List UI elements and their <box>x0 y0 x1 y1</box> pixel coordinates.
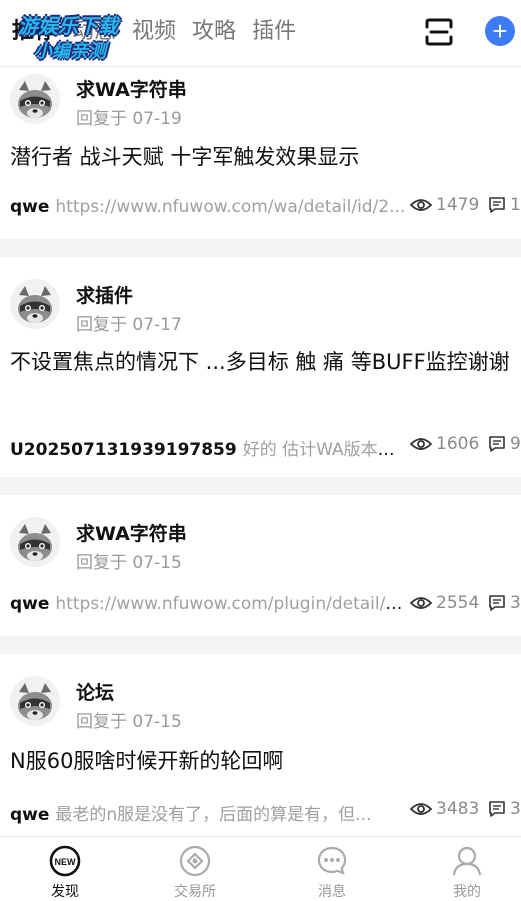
eye-icon <box>410 597 432 609</box>
comment-icon <box>489 197 505 213</box>
nav-label: 发现 <box>51 884 79 900</box>
reply-author: U202507131939197859 <box>10 440 237 460</box>
reply-preview: 好的 估计WA版本不... <box>242 440 408 460</box>
exchange-icon <box>179 845 211 877</box>
separator <box>0 636 521 654</box>
avatar[interactable] <box>10 517 60 567</box>
comment-count-value: 9 <box>510 434 521 454</box>
tab-video[interactable]: 视频 <box>132 14 176 50</box>
post-reply-time: 回复于 07-17 <box>76 315 182 335</box>
post-username[interactable]: 求WA字符串 <box>76 519 187 546</box>
profile-icon <box>452 846 482 876</box>
comment-count-value: 3 <box>510 799 521 819</box>
reply-preview: https://www.nfuwow.com/plugin/detail/a..… <box>55 594 408 614</box>
message-icon <box>317 846 347 875</box>
top-bar: 推荐 动态 视频 攻略 插件 游娱乐下载 小编亲测 + <box>0 0 521 67</box>
reply-author: qwe <box>10 197 50 217</box>
view-count-value: 3483 <box>436 799 480 819</box>
post-card[interactable]: 求插件 回复于 07-17 不设置焦点的情况下 ...多目标 触 痛 等BUFF… <box>0 257 521 477</box>
nav-messages[interactable]: 消息 <box>267 837 397 900</box>
comment-count: 3 <box>488 799 521 819</box>
post-reply-time: 回复于 07-15 <box>76 553 182 573</box>
eye-icon <box>410 803 432 815</box>
view-count: 1606 <box>410 434 479 454</box>
post-meta: U202507131939197859 好的 估计WA版本不... <box>10 435 408 460</box>
comment-count-value: 3 <box>510 593 521 613</box>
comment-count: 1 <box>488 195 521 215</box>
nav-label: 消息 <box>318 884 346 900</box>
post-card[interactable]: 论坛 回复于 07-15 N服60服啥时候开新的轮回啊 qwe 最老的n服是没有了… <box>0 654 521 836</box>
comment-icon <box>489 595 505 611</box>
view-count: 1479 <box>410 195 479 215</box>
add-post-button[interactable]: + <box>485 16 515 46</box>
post-meta: qwe 最老的n服是没有了，后面的算是有，但... <box>10 800 408 825</box>
nav-label: 我的 <box>453 884 481 900</box>
comment-icon <box>489 436 505 452</box>
comment-count-value: 1 <box>510 195 521 215</box>
post-meta: qwe https://www.nfuwow.com/plugin/detail/… <box>10 594 408 614</box>
nav-discover[interactable]: NEW 发现 <box>0 837 130 900</box>
avatar[interactable] <box>10 279 60 329</box>
view-count-value: 1479 <box>436 195 480 215</box>
eye-icon <box>410 438 432 450</box>
new-icon: NEW <box>49 845 81 877</box>
post-reply-time: 回复于 07-15 <box>76 712 182 732</box>
comment-icon <box>489 801 505 817</box>
post-username[interactable]: 求插件 <box>76 281 133 308</box>
view-count-value: 1606 <box>436 434 480 454</box>
category-tabs: 推荐 动态 视频 攻略 插件 <box>12 14 312 50</box>
separator <box>0 477 521 495</box>
nav-label: 交易所 <box>174 884 216 900</box>
tab-feed[interactable]: 动态 <box>72 14 116 50</box>
separator <box>0 239 521 257</box>
post-card[interactable]: 求WA字符串 回复于 07-19 潜行者 战斗天赋 十字军触发效果显示 qwe h… <box>0 67 521 239</box>
avatar[interactable] <box>10 74 60 124</box>
view-count: 3483 <box>410 799 479 819</box>
post-card[interactable]: 求WA字符串 回复于 07-15 qwe https://www.nfuwow.c… <box>0 495 521 636</box>
view-count-value: 2554 <box>436 593 480 613</box>
tab-plugin[interactable]: 插件 <box>252 14 296 50</box>
nav-exchange[interactable]: 交易所 <box>130 837 260 900</box>
reply-preview: https://www.nfuwow.com/wa/detail/id/2... <box>55 197 406 217</box>
post-reply-time: 回复于 07-19 <box>76 109 182 129</box>
scan-icon[interactable] <box>424 17 454 47</box>
tab-recommend[interactable]: 推荐 <box>12 14 56 50</box>
post-title[interactable]: N服60服啥时候开新的轮回啊 <box>10 744 515 778</box>
tab-guide[interactable]: 攻略 <box>192 14 236 50</box>
comment-count: 3 <box>488 593 521 613</box>
eye-icon <box>410 199 432 211</box>
post-username[interactable]: 论坛 <box>76 678 114 705</box>
post-meta: qwe https://www.nfuwow.com/wa/detail/id/2… <box>10 197 408 217</box>
post-username[interactable]: 求WA字符串 <box>76 75 187 102</box>
view-count: 2554 <box>410 593 479 613</box>
post-title[interactable]: 不设置焦点的情况下 ...多目标 触 痛 等BUFF监控谢谢 <box>10 345 515 379</box>
avatar[interactable] <box>10 676 60 726</box>
comment-count: 9 <box>488 434 521 454</box>
reply-preview: 最老的n服是没有了，后面的算是有，但... <box>55 805 372 825</box>
bottom-nav: NEW 发现 交易所 消息 我的 <box>0 836 521 900</box>
nav-profile[interactable]: 我的 <box>402 837 521 900</box>
reply-author: qwe <box>10 805 50 825</box>
reply-author: qwe <box>10 594 50 614</box>
post-title[interactable]: 潜行者 战斗天赋 十字军触发效果显示 <box>10 140 515 174</box>
svg-text:NEW: NEW <box>55 857 77 867</box>
